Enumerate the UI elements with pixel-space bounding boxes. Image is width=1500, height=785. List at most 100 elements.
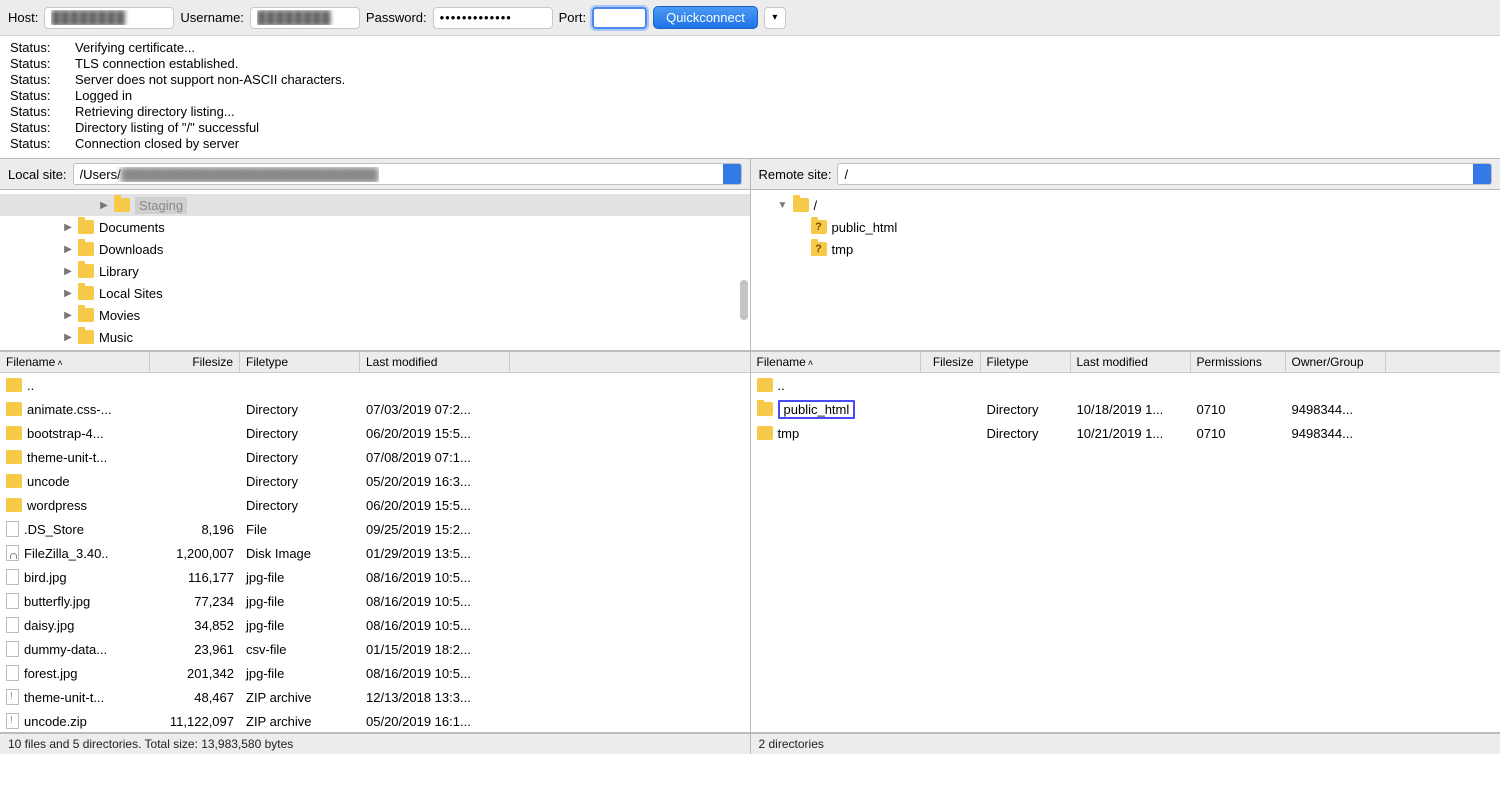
file-modified: 08/16/2019 10:5... [360,618,510,633]
local-list-header[interactable]: Filename˄ Filesize Filetype Last modifie… [0,351,750,373]
local-status-bar: 10 files and 5 directories. Total size: … [0,733,750,754]
file-size: 48,467 [150,690,240,705]
tree-item[interactable]: ▶Movies [0,304,750,326]
tree-item[interactable]: ▶Music [0,326,750,348]
file-row[interactable]: .. [0,373,750,397]
tree-label: / [814,198,818,213]
username-input[interactable] [250,7,360,29]
file-row[interactable]: animate.css-...Directory07/03/2019 07:2.… [0,397,750,421]
file-row[interactable]: public_htmlDirectory10/18/2019 1...07109… [751,397,1500,421]
remote-file-list[interactable]: .. public_htmlDirectory10/18/2019 1...071… [751,373,1500,732]
file-row[interactable]: bird.jpg116,177jpg-file08/16/2019 10:5..… [0,565,750,589]
remote-status-bar: 2 directories [750,733,1500,754]
file-modified: 08/16/2019 10:5... [360,666,510,681]
col-filename: Filename˄ [751,352,921,372]
tree-toggle-icon[interactable]: ▶ [62,332,74,343]
message-log[interactable]: Status:Verifying certificate...Status:TL… [0,36,1500,159]
col-modified[interactable]: Last modified [1071,352,1191,372]
folder-icon [114,198,130,212]
port-input[interactable] [592,7,647,29]
col-filesize[interactable]: Filesize [921,352,981,372]
tree-item[interactable]: tmp [751,238,1500,260]
file-row[interactable]: daisy.jpg34,852jpg-file08/16/2019 10:5..… [0,613,750,637]
col-filesize[interactable]: Filesize [150,352,240,372]
file-row[interactable]: .. [751,373,1500,397]
log-message: Retrieving directory listing... [75,104,235,120]
file-modified: 09/25/2019 15:2... [360,522,510,537]
file-row[interactable]: theme-unit-t...48,467ZIP archive12/13/20… [0,685,750,709]
file-size: 116,177 [150,570,240,585]
file-modified: 12/13/2018 13:3... [360,690,510,705]
folder-icon [6,474,22,488]
tree-toggle-icon[interactable]: ▶ [62,244,74,255]
file-name: forest.jpg [24,666,77,681]
tree-toggle-icon[interactable]: ▶ [62,266,74,277]
file-name: .. [778,378,785,393]
file-row[interactable]: FileZilla_3.40..1,200,007Disk Image01/29… [0,541,750,565]
tree-item[interactable]: ▼/ [751,194,1500,216]
file-name: dummy-data... [24,642,107,657]
file-row[interactable]: theme-unit-t...Directory07/08/2019 07:1.… [0,445,750,469]
password-input[interactable] [433,7,553,29]
local-tree[interactable]: ▶Staging▶Documents▶Downloads▶Library▶Loc… [0,190,750,350]
tree-item[interactable]: ▶Local Sites [0,282,750,304]
tree-toggle-icon[interactable]: ▶ [62,288,74,299]
file-row[interactable]: butterfly.jpg77,234jpg-file08/16/2019 10… [0,589,750,613]
local-site-select[interactable]: /Users/████████████████████████████ [73,163,742,185]
file-type: jpg-file [240,618,360,633]
folder-icon [757,426,773,440]
file-row[interactable]: uncode.zip11,122,097ZIP archive05/20/201… [0,709,750,732]
quickconnect-button[interactable]: Quickconnect [653,6,758,29]
file-size: 23,961 [150,642,240,657]
log-message: Logged in [75,88,132,104]
remote-tree[interactable]: ▼/public_htmltmp [751,190,1500,350]
tree-toggle-icon[interactable]: ▶ [62,310,74,321]
col-permissions[interactable]: Permissions [1191,352,1286,372]
log-status-label: Status: [10,40,75,56]
tree-toggle-icon[interactable]: ▶ [98,200,110,211]
col-filetype[interactable]: Filetype [240,352,360,372]
tree-item[interactable]: ▶Documents [0,216,750,238]
file-modified: 08/16/2019 10:5... [360,594,510,609]
quickconnect-bar: Host: Username: Password: Port: Quickcon… [0,0,1500,36]
file-name: FileZilla_3.40.. [24,546,109,561]
file-type: Directory [240,498,360,513]
file-icon [6,569,19,585]
file-row[interactable]: uncodeDirectory05/20/2019 16:3... [0,469,750,493]
remote-list-header[interactable]: Filename˄ Filesize Filetype Last modifie… [751,351,1500,373]
tree-toggle-icon[interactable]: ▶ [62,222,74,233]
file-owner: 9498344... [1286,402,1386,417]
file-type: jpg-file [240,594,360,609]
file-name: theme-unit-t... [27,450,107,465]
file-name: .. [27,378,34,393]
folder-icon [78,220,94,234]
tree-toggle-icon[interactable]: ▼ [777,200,789,211]
tree-item[interactable]: public_html [751,216,1500,238]
file-name: bootstrap-4... [27,426,104,441]
log-status-label: Status: [10,88,75,104]
file-modified: 10/18/2019 1... [1071,402,1191,417]
file-type: Directory [240,450,360,465]
file-row[interactable]: forest.jpg201,342jpg-file08/16/2019 10:5… [0,661,750,685]
scrollbar-thumb[interactable] [740,280,748,320]
file-row[interactable]: wordpressDirectory06/20/2019 15:5... [0,493,750,517]
file-type: jpg-file [240,570,360,585]
file-modified: 01/15/2019 18:2... [360,642,510,657]
file-row[interactable]: bootstrap-4...Directory06/20/2019 15:5..… [0,421,750,445]
col-owner[interactable]: Owner/Group [1286,352,1386,372]
file-row[interactable]: dummy-data...23,961csv-file01/15/2019 18… [0,637,750,661]
remote-site-select[interactable]: / [837,163,1492,185]
file-row[interactable]: tmpDirectory10/21/2019 1...07109498344..… [751,421,1500,445]
local-file-list[interactable]: .. animate.css-...Directory07/03/2019 07:… [0,373,750,732]
tree-item[interactable]: ▶Library [0,260,750,282]
folder-icon [6,402,22,416]
host-input[interactable] [44,7,174,29]
file-row[interactable]: .DS_Store8,196File09/25/2019 15:2... [0,517,750,541]
col-modified[interactable]: Last modified [360,352,510,372]
remote-site-label: Remote site: [759,167,832,182]
col-filetype[interactable]: Filetype [981,352,1071,372]
tree-item[interactable]: ▶Staging [0,194,750,216]
file-size: 201,342 [150,666,240,681]
quickconnect-history-dropdown[interactable]: ▾ [764,7,786,29]
tree-item[interactable]: ▶Downloads [0,238,750,260]
